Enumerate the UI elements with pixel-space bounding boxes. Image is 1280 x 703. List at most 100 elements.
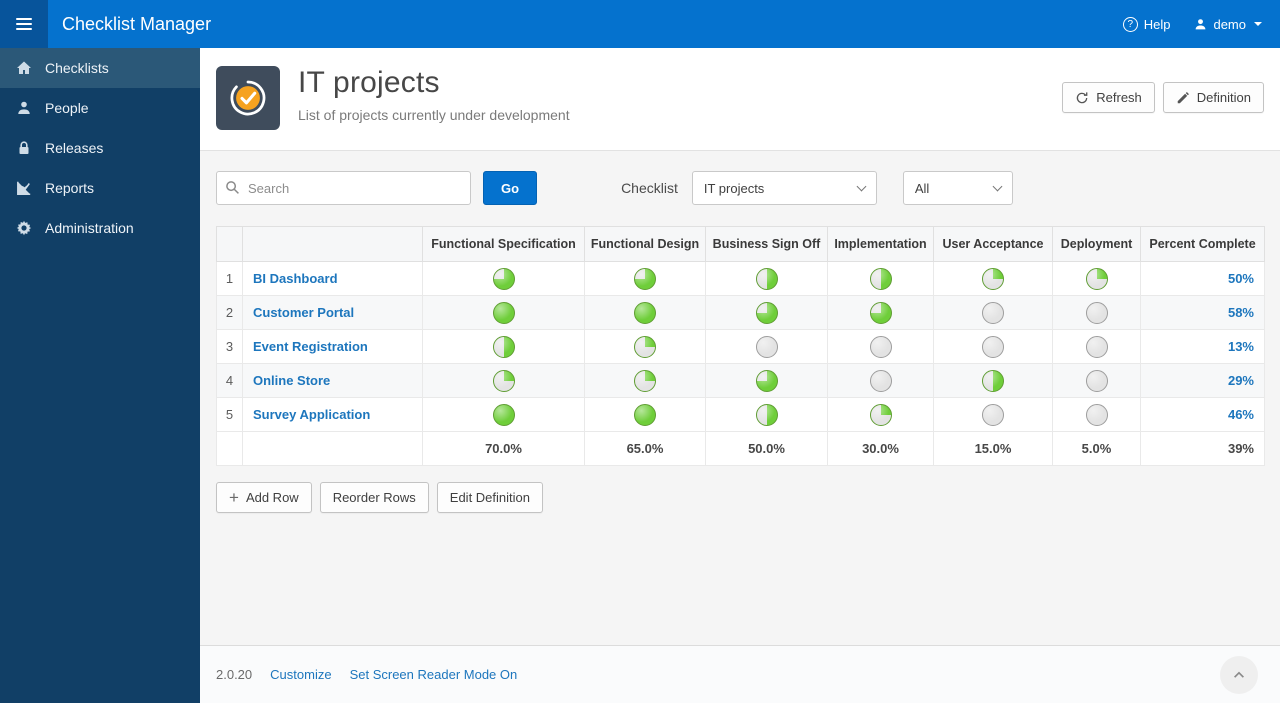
- status-pie[interactable]: [755, 369, 778, 392]
- stage-cell: [584, 363, 706, 398]
- checklists-icon: [16, 60, 32, 76]
- releases-icon: [16, 140, 32, 156]
- help-menu[interactable]: ? Help: [1122, 16, 1171, 32]
- status-pie[interactable]: [869, 301, 892, 324]
- scope-select[interactable]: All: [902, 171, 1013, 205]
- status-pie[interactable]: [492, 335, 515, 358]
- row-number: 5: [216, 397, 243, 432]
- project-link[interactable]: Survey Application: [253, 407, 370, 422]
- status-pie[interactable]: [1085, 301, 1108, 324]
- refresh-icon: [1077, 91, 1088, 103]
- table-row: 3 Event Registration 13%: [216, 329, 1265, 364]
- chevron-down-icon: [856, 181, 867, 191]
- user-menu[interactable]: demo: [1194, 17, 1262, 32]
- status-pie[interactable]: [492, 267, 515, 290]
- status-pie[interactable]: [755, 403, 778, 426]
- project-name-header: [242, 226, 423, 262]
- status-pie[interactable]: [634, 403, 656, 426]
- definition-button[interactable]: Definition: [1162, 82, 1264, 113]
- column-header: User Acceptance: [933, 226, 1053, 262]
- stage-cell: [827, 397, 934, 432]
- top-header-bar: Checklist Manager ? Help demo: [0, 0, 1280, 48]
- stage-cell: [1052, 397, 1141, 432]
- status-pie[interactable]: [634, 301, 656, 324]
- status-pie[interactable]: [1085, 403, 1108, 426]
- chevron-up-icon: [1234, 671, 1244, 678]
- status-pie[interactable]: [634, 369, 656, 392]
- customize-link[interactable]: Customize: [270, 667, 331, 682]
- status-pie[interactable]: [982, 335, 1004, 358]
- user-icon: [1194, 18, 1207, 31]
- stage-cell: [705, 397, 828, 432]
- refresh-button[interactable]: Refresh: [1062, 82, 1155, 113]
- stage-cell: [1052, 363, 1141, 398]
- status-pie[interactable]: [755, 301, 778, 324]
- administration-icon: [16, 220, 32, 236]
- project-link[interactable]: Customer Portal: [253, 305, 354, 320]
- status-pie[interactable]: [1085, 369, 1108, 392]
- column-header: Implementation: [827, 226, 934, 262]
- sidebar-item-label: People: [45, 100, 89, 116]
- chevron-down-icon: [1254, 22, 1262, 26]
- status-pie[interactable]: [982, 267, 1004, 290]
- stage-cell: [1052, 329, 1141, 364]
- percent-complete: 29%: [1140, 363, 1265, 398]
- status-pie[interactable]: [982, 403, 1004, 426]
- status-pie[interactable]: [869, 335, 892, 358]
- screen-reader-link[interactable]: Set Screen Reader Mode On: [350, 667, 518, 682]
- page-footer: 2.0.20 Customize Set Screen Reader Mode …: [200, 645, 1280, 703]
- checklist-select-label: Checklist: [621, 180, 678, 196]
- total-percent: 39%: [1140, 431, 1265, 466]
- checklist-table-region: Functional Specification Functional Desig…: [216, 226, 1265, 466]
- status-pie[interactable]: [492, 301, 515, 324]
- status-pie[interactable]: [982, 301, 1004, 324]
- project-link[interactable]: Online Store: [253, 373, 330, 388]
- percent-complete: 50%: [1140, 261, 1265, 296]
- status-pie[interactable]: [982, 369, 1004, 392]
- edit-definition-button[interactable]: Edit Definition: [436, 482, 543, 513]
- search-input[interactable]: [216, 171, 471, 205]
- status-pie[interactable]: [634, 335, 656, 358]
- sidebar-item-releases[interactable]: Releases: [0, 128, 200, 168]
- percent-complete: 58%: [1140, 295, 1265, 330]
- table-row: 1 BI Dashboard 50%: [216, 261, 1265, 296]
- status-pie[interactable]: [755, 267, 778, 290]
- status-pie[interactable]: [634, 267, 656, 290]
- hamburger-menu-button[interactable]: [0, 0, 48, 48]
- status-pie[interactable]: [1085, 267, 1108, 290]
- sidebar-item-people[interactable]: People: [0, 88, 200, 128]
- checklist-select[interactable]: IT projects: [691, 171, 877, 205]
- stage-cell: [584, 295, 706, 330]
- sidebar-item-administration[interactable]: Administration: [0, 208, 200, 248]
- stage-cell: [584, 261, 706, 296]
- add-row-button[interactable]: + Add Row: [216, 482, 312, 513]
- project-name-cell: Online Store: [242, 363, 423, 398]
- row-number: 4: [216, 363, 243, 398]
- status-pie[interactable]: [492, 403, 515, 426]
- pencil-icon: [1177, 91, 1189, 103]
- project-name-cell: Survey Application: [242, 397, 423, 432]
- project-link[interactable]: Event Registration: [253, 339, 368, 354]
- help-label: Help: [1143, 16, 1171, 32]
- row-number: 2: [216, 295, 243, 330]
- stage-cell: [933, 261, 1053, 296]
- project-name-cell: Customer Portal: [242, 295, 423, 330]
- status-pie[interactable]: [869, 267, 892, 290]
- status-pie[interactable]: [869, 369, 892, 392]
- sidebar-nav: Checklists People Releases Reports Administr…: [0, 48, 200, 248]
- app-window: Checklist Manager ? Help demo Checklists…: [0, 0, 1280, 703]
- scroll-to-top-button[interactable]: [1220, 655, 1258, 694]
- search-icon: [225, 180, 240, 195]
- go-button[interactable]: Go: [483, 171, 538, 205]
- stage-cell: [705, 261, 828, 296]
- sidebar-item-checklists[interactable]: Checklists: [0, 48, 200, 88]
- status-pie[interactable]: [869, 403, 892, 426]
- stage-cell: [422, 329, 585, 364]
- status-pie[interactable]: [1085, 335, 1108, 358]
- status-pie[interactable]: [492, 369, 515, 392]
- column-total: 5.0%: [1052, 431, 1141, 466]
- sidebar-item-reports[interactable]: Reports: [0, 168, 200, 208]
- reorder-rows-button[interactable]: Reorder Rows: [319, 482, 429, 513]
- status-pie[interactable]: [755, 335, 778, 358]
- project-link[interactable]: BI Dashboard: [253, 271, 338, 286]
